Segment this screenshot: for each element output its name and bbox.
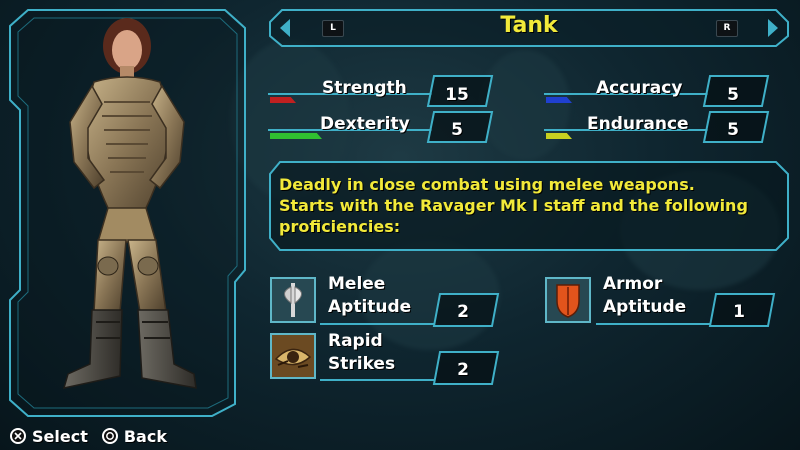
proficiency-value: 2 [457,302,469,322]
class-description: Deadly in close combat using melee weapo… [279,174,779,237]
dexterity-value: 5 [451,120,463,140]
character-portrait [62,18,197,389]
accuracy-label: Accuracy [596,78,683,98]
character-class-screen: L R Tank Strength 15 Dexterity 5 Accurac… [0,0,800,450]
button-prompts: Select Back [10,424,175,448]
proficiency-name-line: Strikes [328,354,396,374]
cross-button-icon [10,428,26,444]
strength-value: 15 [445,85,469,105]
proficiency-name-line: Armor [603,274,663,294]
back-prompt[interactable]: Back [124,427,167,446]
proficiency-name-line: Rapid [328,331,383,351]
shield-icon [545,277,591,323]
axe-icon [270,277,316,323]
dexterity-label: Dexterity [320,114,410,134]
proficiency-name: Rapid Strikes [328,330,395,376]
eye-icon [270,333,316,379]
dexterity-bar [270,133,322,139]
description-line: Deadly in close combat using melee weapo… [279,175,695,194]
proficiency-value: 2 [457,360,469,380]
proficiency-name-line: Melee [328,274,386,294]
proficiency-value: 1 [733,302,745,322]
strength-label: Strength [322,78,407,98]
circle-button-icon [101,428,118,444]
description-line: proficiencies: [279,217,401,236]
class-title: Tank [500,13,558,38]
proficiency-name-line: Aptitude [603,297,687,317]
description-line: Starts with the Ravager Mk I staff and t… [279,196,748,215]
proficiency-name-line: Aptitude [328,297,412,317]
accuracy-value: 5 [727,85,739,105]
select-prompt[interactable]: Select [32,427,88,446]
endurance-label: Endurance [587,114,689,134]
endurance-value: 5 [727,120,739,140]
proficiency-name: Armor Aptitude [603,273,686,319]
proficiency-name: Melee Aptitude [328,273,411,319]
